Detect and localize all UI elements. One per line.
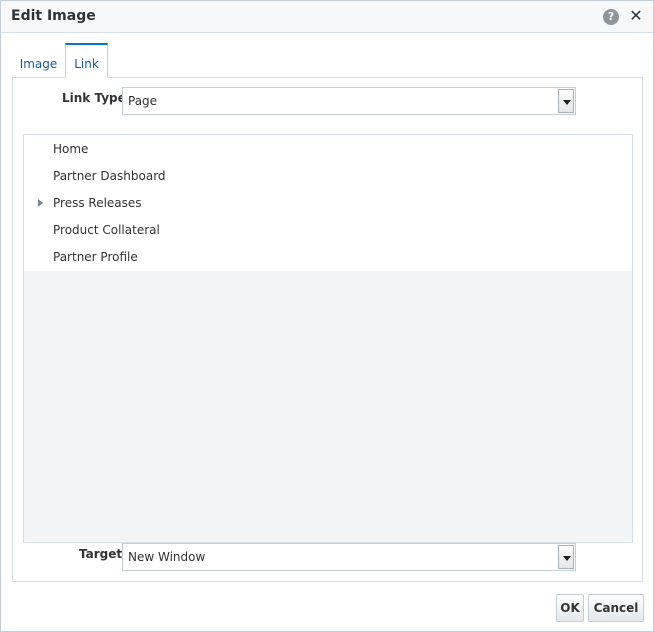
dialog-titlebar: Edit Image ? ✕ xyxy=(1,1,653,33)
tree-item-label: Product Collateral xyxy=(53,223,160,237)
expand-arrow-icon[interactable] xyxy=(38,199,43,207)
target-label: Target xyxy=(79,547,123,561)
help-icon[interactable]: ? xyxy=(603,9,619,25)
close-icon[interactable]: ✕ xyxy=(627,6,645,26)
tab-image[interactable]: Image xyxy=(12,43,65,78)
tab-link[interactable]: Link xyxy=(65,43,108,78)
tree-item-label: Home xyxy=(53,142,89,156)
link-type-label: Link Type xyxy=(62,91,126,105)
link-type-value: Page xyxy=(128,94,158,108)
tree-item-label: Partner Profile xyxy=(53,250,138,264)
tree-rows: Home Partner Dashboard Press Releases Pr… xyxy=(24,135,632,271)
edit-image-dialog: Edit Image ? ✕ Image Link Link Type Page… xyxy=(0,0,654,632)
tree-item-label: Partner Dashboard xyxy=(53,169,166,183)
target-select[interactable]: New Window xyxy=(122,543,576,571)
tree-item-partner-dashboard[interactable]: Partner Dashboard xyxy=(24,162,632,189)
tree-item-press-releases[interactable]: Press Releases xyxy=(24,189,632,216)
tree-item-label: Press Releases xyxy=(53,196,142,210)
dialog-title: Edit Image xyxy=(11,8,96,24)
tab-bar: Image Link xyxy=(12,43,643,78)
ok-button[interactable]: OK xyxy=(556,594,584,622)
chevron-down-icon[interactable] xyxy=(558,545,574,569)
target-value: New Window xyxy=(128,550,206,564)
tree-item-partner-profile[interactable]: Partner Profile xyxy=(24,243,632,270)
link-type-select[interactable]: Page xyxy=(122,87,576,115)
cancel-button[interactable]: Cancel xyxy=(588,594,644,622)
tree-item-home[interactable]: Home xyxy=(24,135,632,162)
page-tree[interactable]: Home Partner Dashboard Press Releases Pr… xyxy=(23,134,633,543)
tree-item-product-collateral[interactable]: Product Collateral xyxy=(24,216,632,243)
chevron-down-icon[interactable] xyxy=(558,89,574,113)
